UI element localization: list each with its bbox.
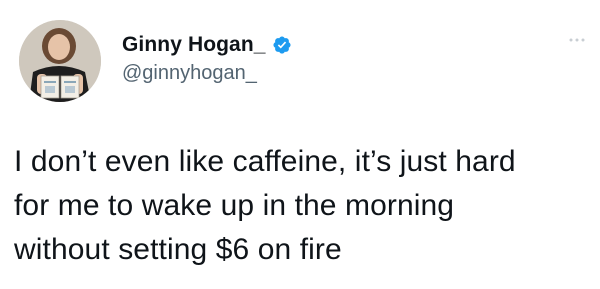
more-options-icon[interactable] <box>568 36 586 44</box>
tweet-text: I don’t even like caffeine, it’s just ha… <box>14 145 516 266</box>
avatar[interactable] <box>19 20 101 102</box>
verified-badge-icon <box>273 36 291 54</box>
name-row: Ginny Hogan_ <box>122 31 292 59</box>
profile-photo <box>19 20 101 102</box>
tweet-card: Ginny Hogan_ @ginnyhogan_ I don’t even l… <box>0 0 600 289</box>
handle[interactable]: @ginnyhogan_ <box>122 62 292 85</box>
author-identity: Ginny Hogan_ @ginnyhogan_ <box>122 31 292 85</box>
display-name[interactable]: Ginny Hogan_ <box>122 33 266 57</box>
